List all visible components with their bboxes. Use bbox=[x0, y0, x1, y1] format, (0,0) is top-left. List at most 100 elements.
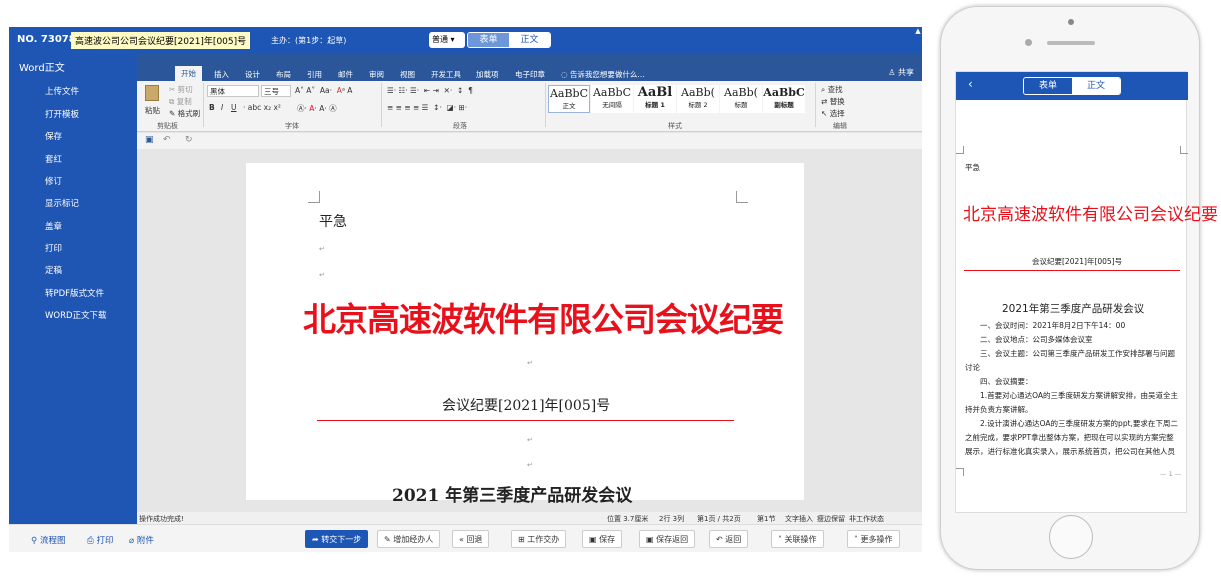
home-button[interactable] bbox=[1049, 515, 1093, 559]
mobile-line: 三、会议主题：公司第三季度产品研发工作安排部署与问题 bbox=[980, 349, 1175, 358]
scroll-up-icon[interactable]: ▲ bbox=[914, 27, 922, 53]
bold-icon[interactable]: B bbox=[209, 103, 215, 112]
button-label: 转交下一步 bbox=[321, 535, 362, 544]
copy-button[interactable]: ⧉ 复制 bbox=[169, 96, 192, 107]
sidebar-item-finalize[interactable]: 定稿 bbox=[45, 264, 62, 276]
style-title[interactable]: AaBb(标题 bbox=[720, 85, 762, 113]
sidebar-item-upload[interactable]: 上传文件 bbox=[45, 85, 79, 97]
highlight-icon[interactable]: Ⓐ· A· A· Ⓐ bbox=[297, 103, 337, 114]
tell-me-box[interactable]: ◌ 告诉我您想要做什么... bbox=[561, 69, 645, 80]
align-icons[interactable]: ≡ ≡ ≡ ≡ ☰ ↕· ◪· ⊞· bbox=[387, 103, 467, 112]
more-actions-button[interactable]: ˄ 更多操作 bbox=[847, 530, 900, 548]
strike-sub-sup-icons[interactable]: · abc x₂ x² bbox=[243, 103, 281, 112]
flowchart-link[interactable]: ⚲ 流程图 bbox=[31, 534, 65, 546]
tab-body[interactable]: 正文 bbox=[509, 33, 550, 47]
tab-developer[interactable]: 开发工具 bbox=[431, 69, 461, 80]
paragraph-mark: ↵ bbox=[527, 359, 533, 367]
tab-view[interactable]: 视图 bbox=[400, 69, 415, 80]
replace-button[interactable]: ⇄ 替换 bbox=[821, 96, 845, 107]
style-normal[interactable]: AaBbC 正文 bbox=[548, 85, 590, 113]
flowchart-icon: ⚲ bbox=[31, 536, 38, 546]
tab-form[interactable]: 表单 bbox=[468, 33, 509, 47]
lightbulb-icon: ◌ bbox=[561, 70, 568, 79]
list-icons[interactable]: ☰· ☷· ☰· ⇤ ⇥ ✕· ↕ ¶ bbox=[387, 86, 473, 95]
mobile-line: 四、会议摘要： bbox=[980, 377, 1033, 386]
tab-review[interactable]: 审阅 bbox=[369, 69, 384, 80]
tab-addins[interactable]: 加载项 bbox=[476, 69, 499, 80]
format-painter-button[interactable]: ✎ 格式刷 bbox=[169, 108, 200, 119]
select-button[interactable]: ↖ 选择 bbox=[821, 108, 845, 119]
tab-layout[interactable]: 布局 bbox=[276, 69, 291, 80]
save-button[interactable]: ▣ 保存 bbox=[582, 530, 623, 548]
top-bar: NO. 73078 高速波公司公司会议纪要[2021]年[005]号 主办：(第… bbox=[9, 27, 922, 53]
forward-next-step-button[interactable]: ➦ 转交下一步 bbox=[305, 530, 369, 548]
paragraph-mark: ↵ bbox=[319, 271, 325, 279]
ribbon-tabs: 开始 插入 设计 布局 引用 邮件 审阅 视图 开发工具 加载项 电子印章 ◌ … bbox=[137, 53, 922, 81]
related-actions-button[interactable]: ˄ 关联操作 bbox=[771, 530, 824, 548]
rollback-button[interactable]: « 回退 bbox=[452, 530, 490, 548]
undo-icon[interactable]: ↶ bbox=[163, 135, 171, 145]
replace-icon: ⇄ bbox=[821, 97, 828, 106]
tab-mailings[interactable]: 邮件 bbox=[338, 69, 353, 80]
attachment-link[interactable]: ⌀ 附件 bbox=[129, 534, 154, 546]
paste-icon[interactable] bbox=[145, 85, 159, 101]
status-message: 操作成功完成! bbox=[139, 515, 184, 523]
font-size-select[interactable]: 三号 bbox=[261, 85, 291, 97]
sidebar-item-show-marks[interactable]: 显示标记 bbox=[45, 197, 79, 209]
status-section: 第1节 bbox=[757, 515, 776, 523]
sidebar-item-to-pdf[interactable]: 转PDF版式文件 bbox=[45, 287, 104, 299]
document-page[interactable]: 平急 ↵ ↵ 北京高速波软件有限公司会议纪要 ↵ 会议纪要[2021]年[005… bbox=[246, 163, 804, 506]
mobile-title: 北京高速波软件有限公司会议纪要 bbox=[963, 205, 1218, 225]
desktop-window: NO. 73078 高速波公司公司会议纪要[2021]年[005]号 主办：(第… bbox=[9, 27, 922, 552]
italic-icon[interactable]: I bbox=[221, 103, 223, 112]
tab-home[interactable]: 开始 bbox=[175, 66, 202, 81]
font-grow-shrink-icon[interactable]: A˄ A˅ Aa· Aᵃ A bbox=[295, 86, 352, 95]
style-heading-1[interactable]: AaBl 标题 1 bbox=[634, 85, 676, 113]
add-handler-button[interactable]: ✎ 增加经办人 bbox=[377, 530, 441, 548]
sidebar-item-red-header[interactable]: 套红 bbox=[45, 153, 62, 165]
underline-icon[interactable]: U bbox=[231, 103, 237, 112]
sidebar-item-revise[interactable]: 修订 bbox=[45, 175, 62, 187]
status-revision: 瘦边保留 bbox=[817, 515, 845, 523]
print-link[interactable]: ⎙ 打印 bbox=[87, 534, 114, 546]
document-title: 高速波公司公司会议纪要[2021]年[005]号 bbox=[71, 32, 251, 49]
chevron-down-icon: ▾ bbox=[450, 35, 455, 44]
search-icon: ⌕ bbox=[821, 85, 826, 94]
button-label: 返回 bbox=[725, 535, 742, 544]
button-label: 保存返回 bbox=[656, 535, 689, 544]
priority-select[interactable]: 普通 ▾ bbox=[429, 32, 465, 48]
find-button[interactable]: ⌕ 查找 bbox=[821, 84, 843, 95]
button-label: 回退 bbox=[466, 535, 483, 544]
assign-work-button[interactable]: ⊞ 工作交办 bbox=[511, 530, 567, 548]
save-return-button[interactable]: ▣ 保存返回 bbox=[639, 530, 696, 548]
share-button[interactable]: ♙ 共享 bbox=[888, 67, 914, 78]
doc-urgency: 平急 bbox=[319, 214, 347, 230]
mobile-tab-form[interactable]: 表单 bbox=[1024, 78, 1072, 94]
tab-insert[interactable]: 插入 bbox=[214, 69, 229, 80]
back-icon[interactable]: ‹ bbox=[968, 77, 973, 91]
sidebar-item-save[interactable]: 保存 bbox=[45, 130, 62, 142]
sidebar-item-word-download[interactable]: WORD正文下载 bbox=[45, 309, 107, 321]
redo-icon[interactable]: ↻ bbox=[185, 135, 193, 145]
priority-select-value: 普通 bbox=[432, 35, 448, 44]
font-name-select[interactable]: 黑体 bbox=[207, 85, 259, 97]
style-subtitle[interactable]: AaBbC 副标题 bbox=[763, 85, 805, 113]
style-sample: AaBb( bbox=[724, 86, 758, 99]
mobile-header: ‹ 表单 正文 bbox=[956, 72, 1188, 100]
return-button[interactable]: ↶ 返回 bbox=[709, 530, 749, 548]
sidebar-item-stamp[interactable]: 盖章 bbox=[45, 220, 62, 232]
mobile-tab-body[interactable]: 正文 bbox=[1072, 78, 1120, 94]
tab-references[interactable]: 引用 bbox=[307, 69, 322, 80]
cut-button[interactable]: ✂ 剪切 bbox=[169, 84, 193, 95]
copy-label: 复制 bbox=[176, 97, 192, 106]
style-no-spacing[interactable]: AaBbC 无间隔 bbox=[591, 85, 633, 113]
tab-e-seal[interactable]: 电子印章 bbox=[515, 69, 545, 80]
style-heading-2[interactable]: AaBb(标题 2 bbox=[677, 85, 719, 113]
sidebar-item-print[interactable]: 打印 bbox=[45, 242, 62, 254]
tab-design[interactable]: 设计 bbox=[245, 69, 260, 80]
mobile-phone-frame: ‹ 表单 正文 平急 北京高速波软件有限公司会议纪要 会议纪要[2021]年[0… bbox=[940, 6, 1218, 570]
doc-number: 会议纪要[2021]年[005]号 bbox=[442, 398, 611, 414]
save-icon[interactable]: ▣ bbox=[145, 135, 154, 145]
sidebar-item-open-template[interactable]: 打开模板 bbox=[45, 108, 79, 120]
paste-label[interactable]: 粘贴 bbox=[145, 105, 160, 116]
